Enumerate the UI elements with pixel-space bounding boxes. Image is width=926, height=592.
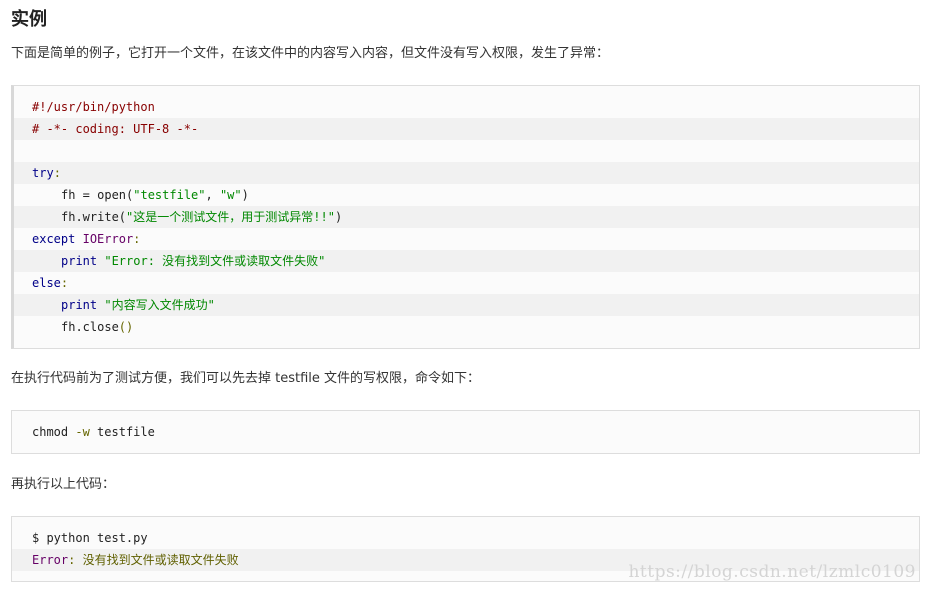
colon: : <box>133 232 141 246</box>
intro-paragraph: 下面是简单的例子，它打开一个文件，在该文件中的内容写入内容，但文件没有写入权限，… <box>11 46 610 61</box>
coding-comment: # -*- coding: UTF-8 -*- <box>32 122 199 136</box>
code-line: #!/usr/bin/python <box>14 96 919 118</box>
close-call: fh.close <box>61 320 119 334</box>
write-call: fh.write( <box>61 210 127 224</box>
code-line: except IOError: <box>14 228 919 250</box>
write-flag: -w <box>75 425 90 439</box>
code-line: fh.close() <box>14 316 919 338</box>
shebang-comment: #!/usr/bin/python <box>32 100 155 114</box>
shell-prompt-line: $ python test.py <box>32 531 148 545</box>
write-string: "这是一个测试文件，用于测试异常!!" <box>126 210 335 224</box>
mode-string: "w" <box>219 188 242 202</box>
try-keyword: try <box>32 166 54 180</box>
code-line: print "Error: 没有找到文件或读取文件失败" <box>14 250 919 272</box>
close-paren: ) <box>334 210 343 224</box>
comma: , <box>205 188 220 202</box>
code-line: fh.write("这是一个测试文件，用于测试异常!!") <box>14 206 919 228</box>
error-string: "Error: 没有找到文件或读取文件失败" <box>104 254 326 268</box>
target-file: testfile <box>97 425 155 439</box>
code-line: # -*- coding: UTF-8 -*- <box>14 118 919 140</box>
print-keyword: print <box>61 254 98 268</box>
close-paren: ) <box>241 188 249 202</box>
code-line: else: <box>14 272 919 294</box>
shell-command-block: chmod -w testfile <box>11 410 920 454</box>
print-keyword: print <box>61 298 98 312</box>
except-keyword: except <box>32 232 76 246</box>
watermark: https://blog.csdn.net/lzmlc0109 <box>628 562 916 582</box>
code-line: chmod -w testfile <box>12 421 919 443</box>
chmod-command: chmod <box>32 425 69 439</box>
call-parens: () <box>118 320 134 334</box>
python-code-block: #!/usr/bin/python # -*- coding: UTF-8 -*… <box>11 85 920 349</box>
code-line: fh = open("testfile", "w") <box>14 184 919 206</box>
else-keyword: else <box>32 276 61 290</box>
chmod-paragraph: 在执行代码前为了测试方便，我们可以先去掉 testfile 文件的写权限，命令如… <box>11 371 481 386</box>
section-heading: 实例 <box>11 9 47 30</box>
colon: : <box>53 166 61 180</box>
code-line: $ python test.py <box>12 527 919 549</box>
rerun-paragraph: 再执行以上代码： <box>11 477 116 492</box>
code-line: print "内容写入文件成功" <box>14 294 919 316</box>
ioerror-type: IOError <box>82 232 134 246</box>
code-line: try: <box>14 162 919 184</box>
fh-assign: fh = open( <box>61 188 134 202</box>
filename-string: "testfile" <box>133 188 206 202</box>
error-label: Error <box>32 553 69 567</box>
success-string: "内容写入文件成功" <box>104 298 215 312</box>
error-message: 没有找到文件或读取文件失败 <box>75 553 239 567</box>
colon: : <box>60 276 69 290</box>
